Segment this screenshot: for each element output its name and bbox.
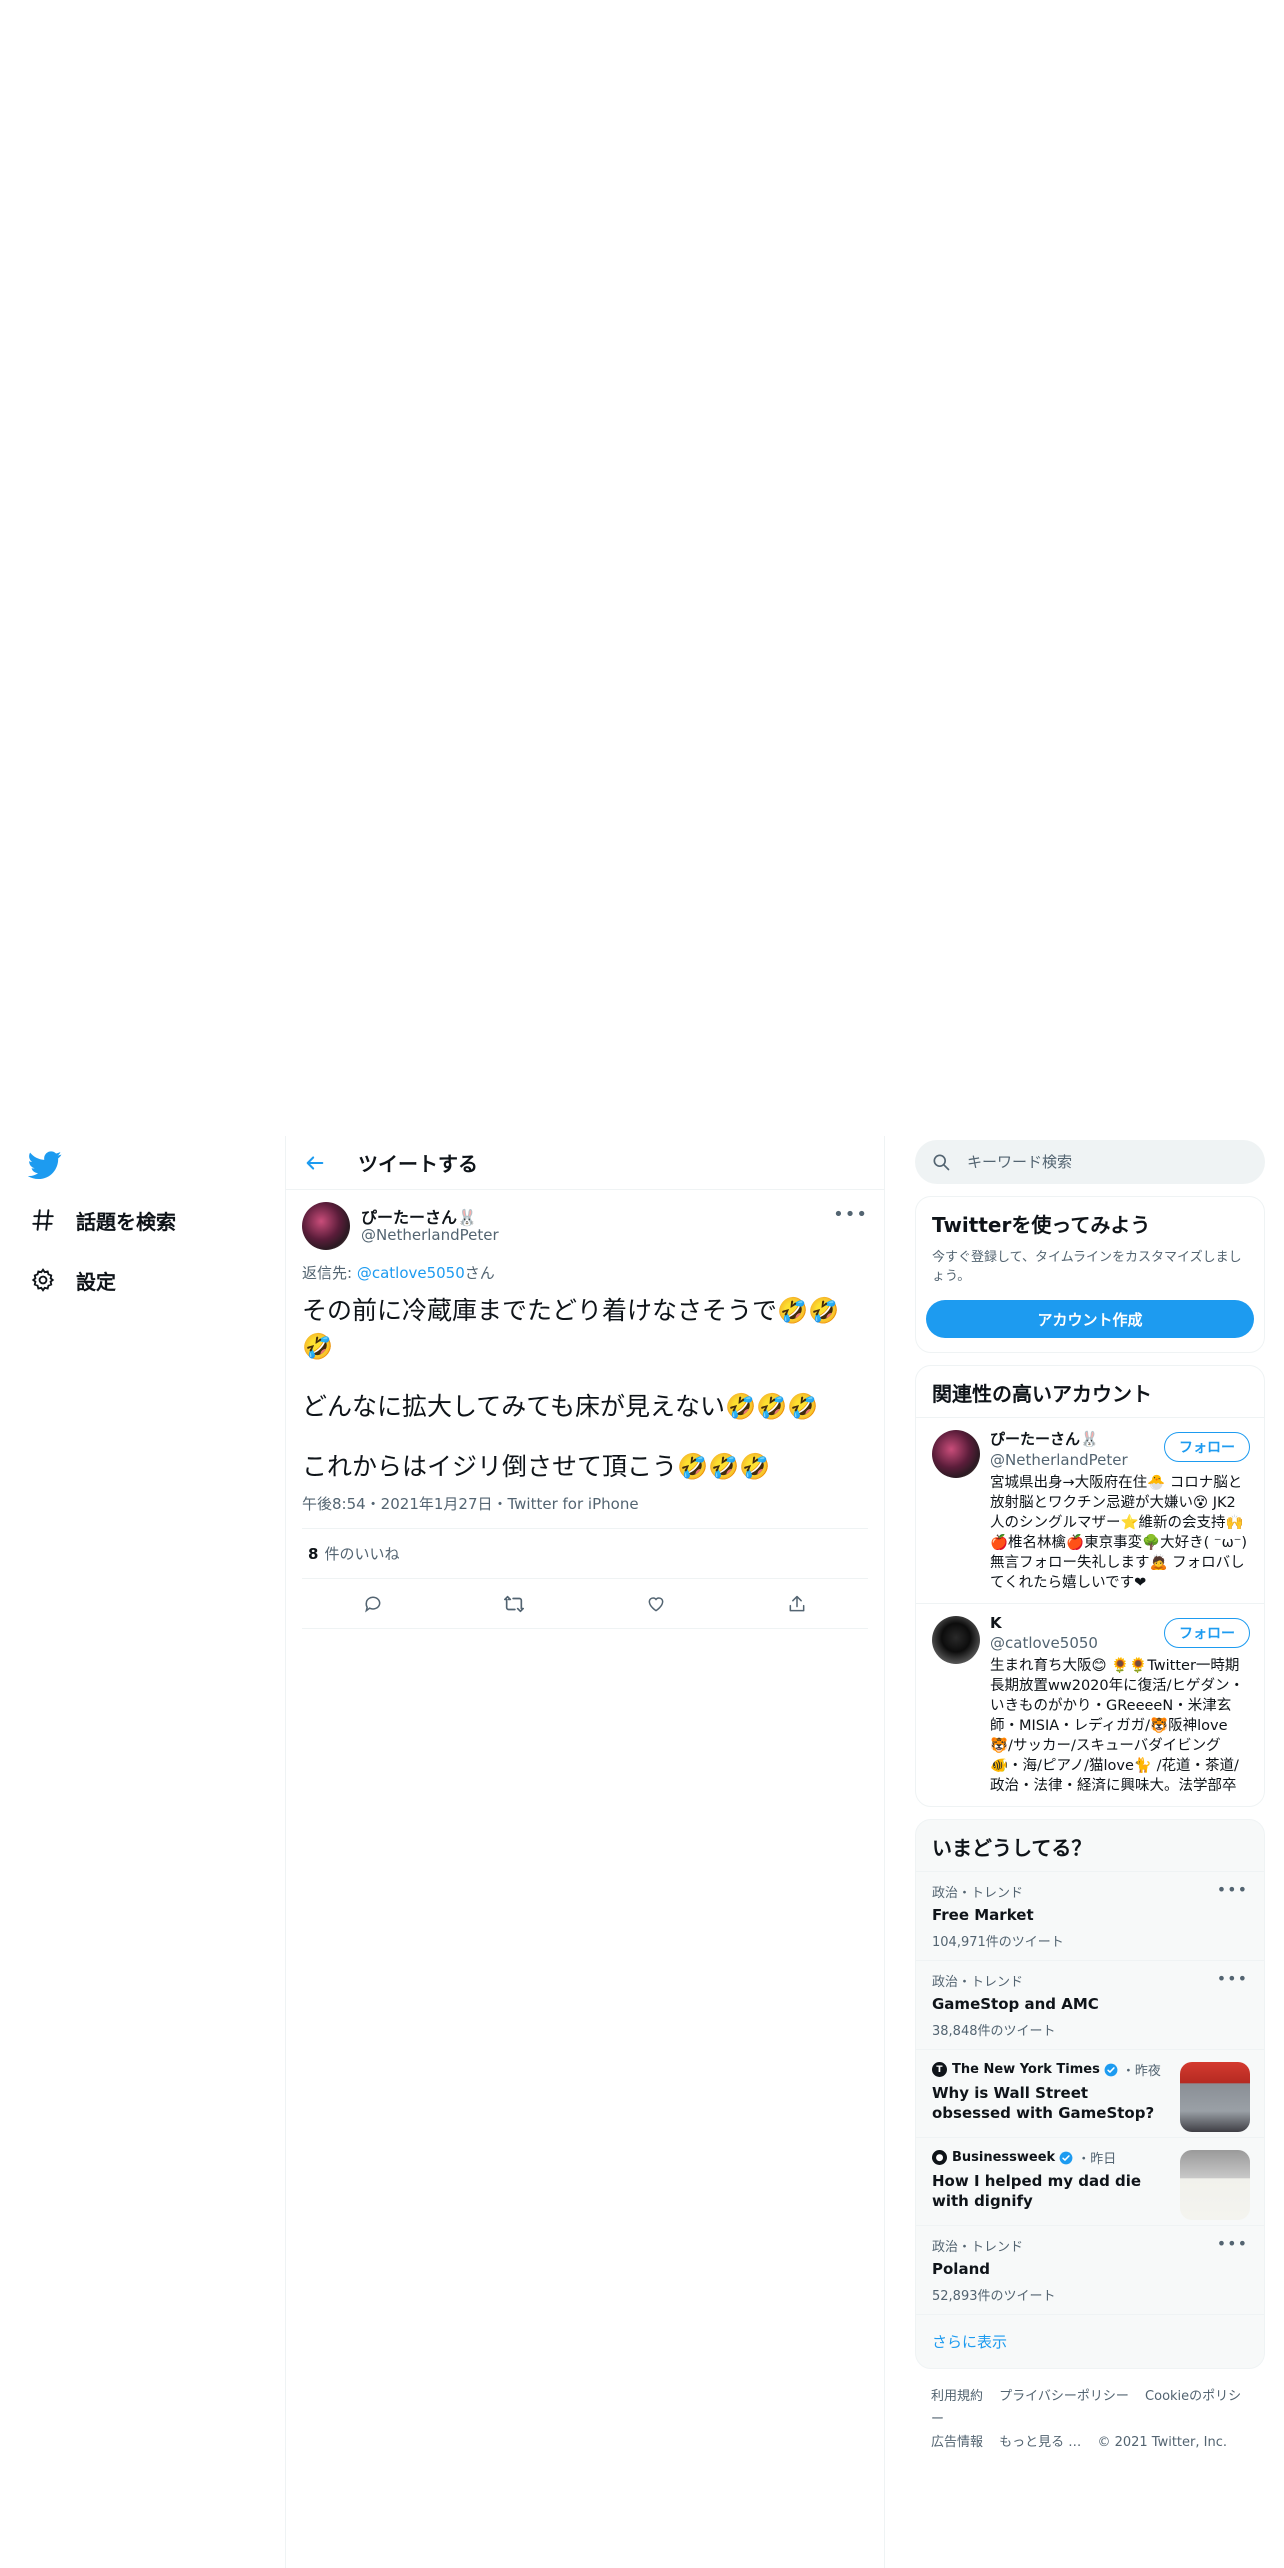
news-item[interactable]: T The New York Times ・昨夜 Why is Wall Str… (916, 2049, 1264, 2137)
trend-count: 38,848件のツイート (932, 2024, 1056, 2039)
verified-badge-icon (1104, 2063, 1118, 2077)
more-options-icon[interactable]: ••• (1217, 1969, 1248, 1988)
right-sidebar: Twitterを使ってみよう 今すぐ登録して、タイムラインをカスタマイズしましょ… (915, 1136, 1265, 2454)
news-headline: Why is Wall Street obsessed with GameSto… (932, 2084, 1155, 2122)
news-time: ・昨夜 (1121, 2064, 1161, 2079)
gear-icon (28, 1265, 58, 1295)
nyt-logo-icon: T (932, 2062, 947, 2077)
nav-item-label: 話題を検索 (76, 1209, 176, 1234)
trend-count: 104,971件のツイート (932, 1935, 1064, 1950)
news-source: T The New York Times ・昨夜 (932, 2060, 1164, 2079)
news-thumbnail (1180, 2150, 1250, 2220)
page-title: ツイートする (358, 1152, 478, 1176)
news-source: ● Businessweek ・昨日 (932, 2148, 1164, 2167)
tweet-header: ぴーたーさん🐰 @NetherlandPeter ••• (302, 1190, 868, 1254)
more-options-icon[interactable]: ••• (1217, 2234, 1248, 2253)
related-title: 関連性の高いアカウント (932, 1382, 1152, 1406)
businessweek-logo-icon: ● (932, 2150, 947, 2165)
main-column: ツイートする ぴーたーさん🐰 @NetherlandPeter ••• 返信先:… (285, 1136, 885, 2568)
follow-button[interactable]: フォロー (1164, 1432, 1250, 1462)
tweet-actions (302, 1579, 868, 1629)
display-name[interactable]: ぴーたーさん🐰 (361, 1204, 477, 1228)
reply-to-line: 返信先: @catlove5050さん (302, 1262, 868, 1283)
more-options-icon[interactable]: ••• (1217, 1880, 1248, 1899)
show-more-link[interactable]: さらに表示 (916, 2314, 1264, 2368)
trends-title: いまどうしてる？ (932, 1836, 1092, 1860)
trends-card: いまどうしてる？ 政治・トレンド Free Market 104,971件のツイ… (915, 1819, 1265, 2369)
trend-count: 52,893件のツイート (932, 2289, 1056, 2304)
trend-name: GameStop and AMC (932, 1995, 1099, 2013)
reply-prefix: 返信先: (302, 1264, 357, 1282)
reply-suffix: さん (464, 1264, 495, 1282)
page: 話題を検索 設定 ツイートする ぴーたーさん🐰 @NetherlandPeter… (0, 0, 1284, 2568)
likes-count-row[interactable]: 8 件のいいね (302, 1529, 868, 1579)
share-icon[interactable] (780, 1587, 814, 1621)
twitter-bird-icon[interactable] (27, 1148, 62, 1182)
news-thumbnail (1180, 2062, 1250, 2132)
avatar[interactable] (302, 1202, 350, 1250)
trend-category: 政治・トレンド (932, 2240, 1024, 2255)
avatar[interactable] (932, 1616, 980, 1664)
tweet-timestamp[interactable]: 午後8:54・2021年1月27日・Twitter for iPhone (302, 1493, 868, 1529)
footer: 利用規約 プライバシーポリシー Cookieのポリシー 広告情報 もっと見る …… (915, 2385, 1265, 2454)
likes-count: 8 (308, 1544, 319, 1563)
tweet-text-line: これからはイジリ倒させて頂こう🤣🤣🤣 (302, 1452, 771, 1481)
retweet-icon[interactable] (497, 1587, 531, 1621)
create-account-button[interactable]: アカウント作成 (926, 1300, 1254, 1338)
account-item[interactable]: ぴーたーさん🐰 @NetherlandPeter 宮城県出身→大阪府在住🐣 コロ… (916, 1417, 1264, 1603)
nav-item-explore[interactable]: 話題を検索 (28, 1200, 176, 1240)
verified-badge-icon (1059, 2151, 1073, 2165)
like-heart-icon[interactable] (639, 1587, 673, 1621)
more-options-icon[interactable]: ••• (833, 1204, 868, 1225)
source-name: The New York Times (952, 2062, 1100, 2077)
signup-description: 今すぐ登録して、タイムラインをカスタマイズしましょう。 (932, 1250, 1242, 1284)
footer-link[interactable]: プライバシーポリシー (999, 2389, 1129, 2404)
account-bio: 宮城県出身→大阪府在住🐣 コロナ脳と放射脳とワクチン忌避が大嫌い😵 JK2人のシ… (990, 1475, 1248, 1591)
footer-link[interactable]: 利用規約 (931, 2389, 983, 2404)
footer-link[interactable]: 広告情報 (931, 2435, 983, 2450)
trend-category: 政治・トレンド (932, 1975, 1024, 1990)
news-time: ・昨日 (1077, 2152, 1117, 2167)
tweet-detail: ぴーたーさん🐰 @NetherlandPeter ••• 返信先: @catlo… (286, 1190, 884, 1629)
account-bio: 生まれ育ち大阪😊 🌻🌻Twitter一時期長期放置ww2020年に復活/ヒゲダン… (990, 1658, 1245, 1794)
user-handle[interactable]: @NetherlandPeter (361, 1226, 499, 1244)
trend-item[interactable]: 政治・トレンド Poland 52,893件のツイート ••• (916, 2225, 1264, 2314)
trend-name: Free Market (932, 1906, 1034, 1924)
main-header: ツイートする (286, 1136, 884, 1190)
source-name: Businessweek (952, 2150, 1056, 2165)
back-arrow-icon[interactable] (300, 1148, 330, 1178)
signup-title: Twitterを使ってみよう (932, 1213, 1151, 1237)
search-icon (931, 1152, 951, 1172)
related-accounts-card: 関連性の高いアカウント ぴーたーさん🐰 @NetherlandPeter 宮城県… (915, 1365, 1265, 1807)
nav-item-label: 設定 (76, 1269, 116, 1294)
avatar[interactable] (932, 1430, 980, 1478)
reply-to-link[interactable]: @catlove5050 (357, 1264, 465, 1282)
follow-button[interactable]: フォロー (1164, 1618, 1250, 1648)
tweet-text-line: どんなに拡大してみても床が見えない🤣🤣🤣 (302, 1392, 819, 1421)
likes-label: 件のいいね (324, 1545, 400, 1563)
signup-card: Twitterを使ってみよう 今すぐ登録して、タイムラインをカスタマイズしましょ… (915, 1196, 1265, 1353)
news-headline: How I helped my dad die with dignify (932, 2172, 1142, 2210)
reply-icon[interactable] (356, 1587, 390, 1621)
account-item[interactable]: K @catlove5050 生まれ育ち大阪😊 🌻🌻Twitter一時期長期放置… (916, 1603, 1264, 1806)
footer-link[interactable]: もっと見る … (999, 2435, 1081, 2450)
trend-item[interactable]: 政治・トレンド GameStop and AMC 38,848件のツイート ••… (916, 1960, 1264, 2049)
search-input[interactable] (967, 1153, 1227, 1171)
news-item[interactable]: ● Businessweek ・昨日 How I helped my dad d… (916, 2137, 1264, 2225)
trend-item[interactable]: 政治・トレンド Free Market 104,971件のツイート ••• (916, 1871, 1264, 1960)
trend-name: Poland (932, 2260, 990, 2278)
copyright: © 2021 Twitter, Inc. (1097, 2435, 1227, 2450)
hashtag-icon (28, 1205, 58, 1235)
search-bar[interactable] (915, 1140, 1265, 1184)
tweet-text-line: その前に冷蔵庫までたどり着けなさそうで🤣🤣🤣 (302, 1296, 840, 1361)
nav-item-settings[interactable]: 設定 (28, 1260, 116, 1300)
trend-category: 政治・トレンド (932, 1886, 1024, 1901)
